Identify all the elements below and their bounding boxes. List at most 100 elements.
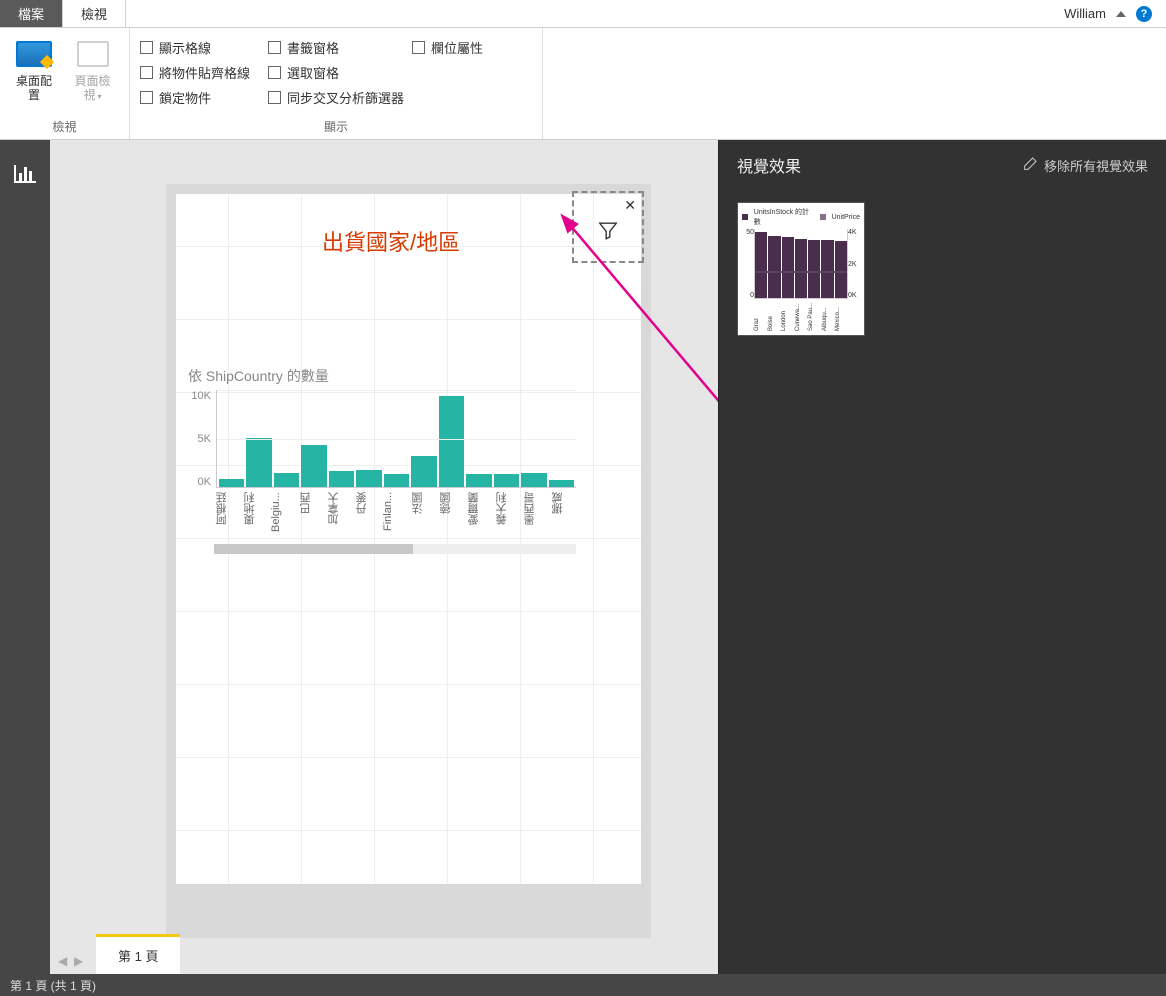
prev-page-icon[interactable]: ◀ (58, 954, 72, 968)
report-view-button[interactable] (5, 154, 45, 194)
thumb-bar (768, 236, 780, 298)
chart-bars (216, 390, 576, 488)
checkbox-icon (140, 66, 153, 79)
chart-bar (466, 474, 491, 487)
thumb-xlabel: London (781, 301, 794, 331)
chart-xaxis: 阿根廷奧地利Belgiu...巴西加拿大丹麥Finlan...法國德國愛爾蘭義大… (184, 492, 576, 540)
chart-visual[interactable]: 依 ShipCountry 的數量 10K 5K 0K 阿根廷奧地利Belgiu… (184, 366, 576, 554)
page-view-button[interactable]: 頁面檢視▾ (66, 34, 119, 107)
chart-xlabel: 奧地利 (242, 492, 268, 540)
chart-xlabel: 挪威 (550, 492, 576, 540)
page-surface[interactable]: 出貨國家/地區 ✕ 依 ShipCountry 的數量 10K 5K (176, 194, 641, 884)
thumb-yaxis-right: 4K2K0K (848, 229, 860, 299)
checkbox-icon (268, 41, 281, 54)
thumb-bars (754, 229, 848, 299)
ribbon-tabs: 檔案 檢視 (0, 0, 126, 27)
remove-all-label: 移除所有視覺效果 (1044, 156, 1148, 175)
chart-bar (356, 470, 381, 487)
chart-xlabel: 丹麥 (354, 492, 380, 540)
scrollbar-thumb[interactable] (214, 544, 413, 554)
legend-dot-icon (820, 214, 826, 220)
chevron-down-icon: ▾ (98, 92, 102, 101)
help-icon[interactable]: ? (1136, 6, 1152, 22)
checkbox-icon (140, 41, 153, 54)
chart-bar (549, 480, 574, 487)
tab-view[interactable]: 檢視 (63, 0, 126, 27)
chart-xlabel: 墨西哥 (522, 492, 548, 540)
panel-title: 視覺效果 (737, 153, 1002, 177)
report-page[interactable]: 出貨國家/地區 ✕ 依 ShipCountry 的數量 10K 5K (166, 184, 651, 974)
check-label: 鎖定物件 (159, 88, 211, 107)
chart-bar (329, 471, 354, 487)
panel-header: 視覺效果 移除所有視覺效果 (719, 140, 1166, 190)
thumb-bar (821, 240, 833, 298)
remove-all-visuals-button[interactable]: 移除所有視覺效果 (1022, 156, 1148, 175)
status-text: 第 1 頁 (共 1 頁) (10, 977, 96, 994)
check-field-properties[interactable]: 欄位屬性 (412, 38, 532, 57)
thumb-bar (795, 239, 807, 298)
checkbox-icon (140, 91, 153, 104)
statusbar: 第 1 頁 (共 1 頁) (0, 974, 1166, 996)
chart-xlabel: 阿根廷 (214, 492, 240, 540)
chart-bar (219, 479, 244, 487)
check-snap-to-grid[interactable]: 將物件貼齊格線 (140, 63, 260, 82)
chart-bar (274, 473, 299, 487)
chart-xlabel: Finlan... (382, 492, 408, 540)
chart-xlabel: 德國 (438, 492, 464, 540)
canvas[interactable]: 出貨國家/地區 ✕ 依 ShipCountry 的數量 10K 5K (50, 140, 718, 974)
slicer-title-annotation: 出貨國家/地區 (322, 229, 460, 258)
chart-xlabel: 巴西 (298, 492, 324, 540)
left-rail (0, 140, 50, 974)
checkbox-icon (268, 66, 281, 79)
next-page-icon[interactable]: ▶ (74, 954, 88, 968)
chart-bar (384, 474, 409, 487)
thumb-bar (755, 232, 767, 298)
check-sync-slicers[interactable]: 同步交叉分析篩選器 (268, 88, 404, 107)
check-lock-objects[interactable]: 鎖定物件 (140, 88, 260, 107)
chart-title: 依 ShipCountry 的數量 (184, 366, 576, 386)
chart-xlabel: 愛爾蘭 (466, 492, 492, 540)
visualizations-panel: 視覺效果 移除所有視覺效果 UnitsInStock 的計數 UnitPrice… (718, 140, 1166, 974)
thumb-bar (782, 237, 794, 298)
desktop-layout-button[interactable]: 桌面配置 (10, 34, 58, 107)
eraser-icon (1022, 156, 1038, 175)
chart-xlabel: 加拿大 (326, 492, 352, 540)
visual-thumbnail[interactable]: UnitsInStock 的計數 UnitPrice 500 4K2K0K Gr… (737, 202, 865, 336)
ribbon: 桌面配置 頁面檢視▾ 檢視 顯示格線 將物件貼齊格線 鎖定物件 書籤窗格 選取窗… (0, 28, 1166, 140)
thumb-bar (835, 241, 847, 298)
check-bookmark-pane[interactable]: 書籤窗格 (268, 38, 404, 57)
collapse-ribbon-icon[interactable] (1116, 11, 1126, 17)
checkbox-icon (412, 41, 425, 54)
chart-xlabel: Belgiu... (270, 492, 296, 540)
chart-bar (494, 474, 519, 487)
thumb-xaxis: GrazBoiseLondonCunewa...Sao Pau...Albuqu… (742, 301, 860, 331)
check-show-gridlines[interactable]: 顯示格線 (140, 38, 260, 57)
close-icon[interactable]: ✕ (624, 197, 636, 214)
chart-bar (439, 396, 464, 487)
monitor-icon (16, 41, 52, 67)
check-label: 同步交叉分析篩選器 (287, 88, 404, 107)
bar-chart-icon (14, 165, 36, 183)
main: 出貨國家/地區 ✕ 依 ShipCountry 的數量 10K 5K (0, 140, 1166, 974)
chart-yaxis: 10K 5K 0K (184, 390, 214, 488)
thumb-xlabel: Boise (768, 301, 781, 331)
chart-scrollbar[interactable] (214, 544, 576, 554)
page-tab-strip: ◀ ▶ 第 1 頁 (50, 938, 718, 974)
page-tab[interactable]: 第 1 頁 (96, 934, 180, 974)
slicer-visual-placeholder[interactable]: ✕ (572, 191, 644, 263)
tab-file[interactable]: 檔案 (0, 0, 63, 27)
thumb-xlabel: Cunewa... (795, 301, 808, 331)
page-icon (77, 41, 109, 67)
thumb-xlabel: Albuqu... (822, 301, 835, 331)
chart-xlabel: 法國 (410, 492, 436, 540)
chart-bar (521, 473, 546, 487)
filter-icon[interactable] (597, 220, 619, 245)
chart-plot: 10K 5K 0K (184, 390, 576, 488)
chart-xlabel: 義大利 (494, 492, 520, 540)
ribbon-group-show-label: 顯示 (140, 116, 532, 137)
check-selection-pane[interactable]: 選取窗格 (268, 63, 404, 82)
username: William (1064, 6, 1106, 21)
checkbox-icon (268, 91, 281, 104)
desktop-layout-label: 桌面配置 (14, 74, 54, 103)
thumb-yaxis-left: 500 (742, 229, 754, 299)
